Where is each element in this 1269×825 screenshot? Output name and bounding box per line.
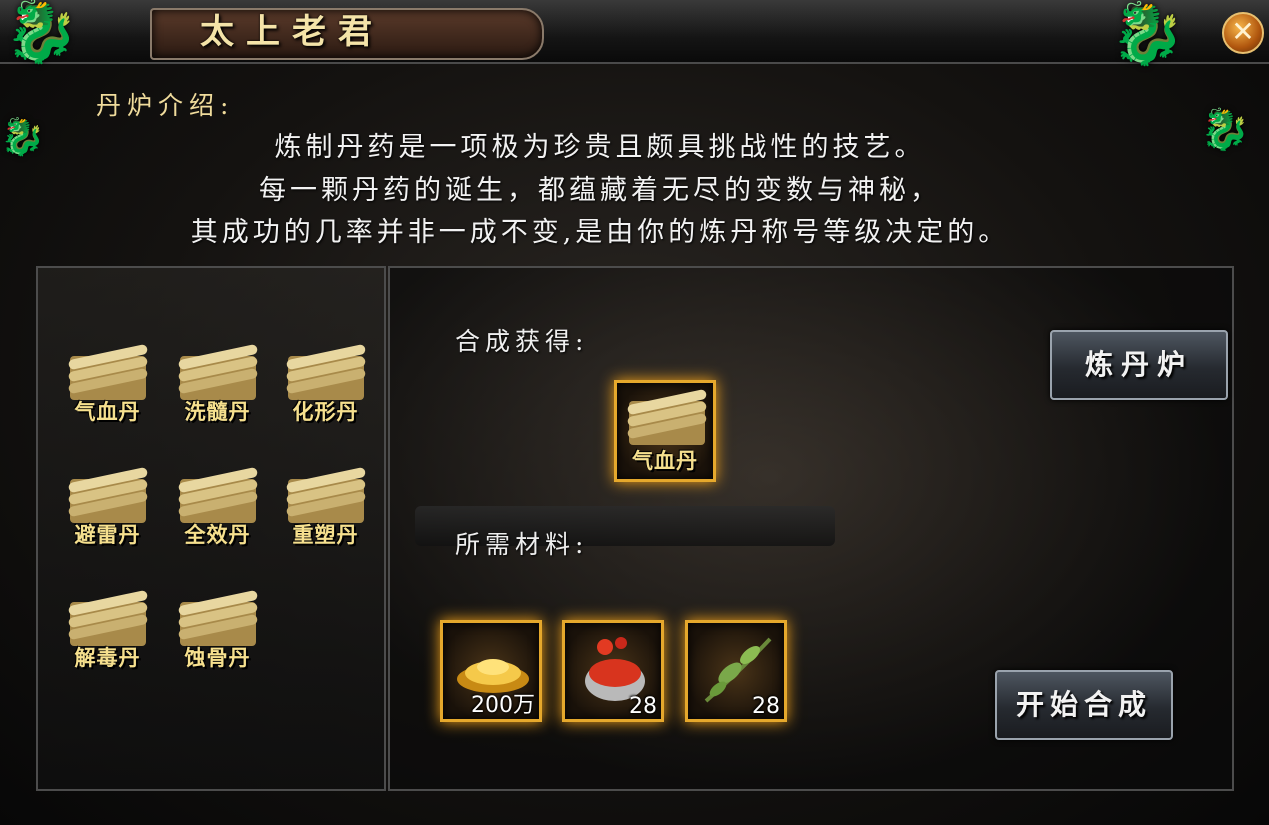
recipe-item-xisui[interactable]: 洗髓丹 (170, 340, 265, 430)
scroll-icon (178, 467, 258, 523)
recipe-item-quanxiao[interactable]: 全效丹 (170, 463, 265, 553)
recipe-label: 洗髓丹 (184, 399, 251, 424)
dragon-ornament-icon: 🐉 (1200, 107, 1250, 153)
recipe-label: 避雷丹 (74, 522, 141, 547)
scroll-icon (286, 467, 366, 523)
intro-line: 每一颗丹药的诞生，都蕴藏着无尽的变数与神秘， (259, 175, 941, 206)
red-herb-pot-icon (585, 637, 645, 701)
close-x-icon[interactable]: ✕ (1222, 12, 1264, 54)
material-count: 28 (752, 694, 780, 719)
material-count: 200万 (471, 693, 535, 718)
material-slot-gold[interactable]: 200万 (440, 620, 542, 722)
scroll-icon (627, 389, 707, 445)
intro-heading: 丹炉介绍: (96, 91, 235, 120)
alchemy-window: 🐉 🐉 🐉 🐉 太上老君 ✕ 丹炉介绍: 炼制丹药是一项极为珍贵且颇具挑战性的技… (0, 0, 1269, 825)
result-label: 合成获得: (455, 327, 589, 356)
result-item-label: 气血丹 (632, 448, 698, 473)
materials-label: 所需材料: (455, 530, 589, 559)
recipe-item-bilei[interactable]: 避雷丹 (60, 463, 155, 553)
material-count: 28 (629, 694, 657, 719)
start-synthesis-button[interactable]: 开始合成 (995, 670, 1173, 740)
recipe-item-shigu[interactable]: 蚀骨丹 (170, 586, 265, 676)
recipe-label: 解毒丹 (74, 645, 141, 670)
recipe-label: 蚀骨丹 (184, 645, 251, 670)
intro-line: 其成功的几率并非一成不变,是由你的炼丹称号等级决定的。 (190, 217, 1010, 248)
scroll-icon (178, 344, 258, 400)
dragon-ornament-icon: 🐉 (4, 0, 79, 67)
recipe-label: 重塑丹 (292, 522, 359, 547)
intro-line: 炼制丹药是一项极为珍贵且颇具挑战性的技艺。 (274, 132, 926, 163)
recipe-item-qixue[interactable]: 气血丹 (60, 340, 155, 430)
window-title: 太上老君 (200, 12, 384, 52)
scroll-icon (68, 344, 148, 400)
scroll-icon (178, 590, 258, 646)
scroll-icon (68, 590, 148, 646)
furnace-button[interactable]: 炼丹炉 (1050, 330, 1228, 400)
recipe-label: 气血丹 (74, 399, 141, 424)
recipe-item-jiedu[interactable]: 解毒丹 (60, 586, 155, 676)
recipe-item-chongsu[interactable]: 重塑丹 (278, 463, 373, 553)
result-slot[interactable]: 气血丹 (614, 380, 716, 482)
scroll-icon (286, 344, 366, 400)
material-slot-green-herb[interactable]: 28 (685, 620, 787, 722)
dragon-ornament-icon: 🐉 (1110, 0, 1185, 69)
recipe-label: 化形丹 (292, 399, 359, 424)
scroll-icon (68, 467, 148, 523)
material-slot-red-herb[interactable]: 28 (562, 620, 664, 722)
recipe-label: 全效丹 (184, 522, 251, 547)
recipe-item-huaxing[interactable]: 化形丹 (278, 340, 373, 430)
